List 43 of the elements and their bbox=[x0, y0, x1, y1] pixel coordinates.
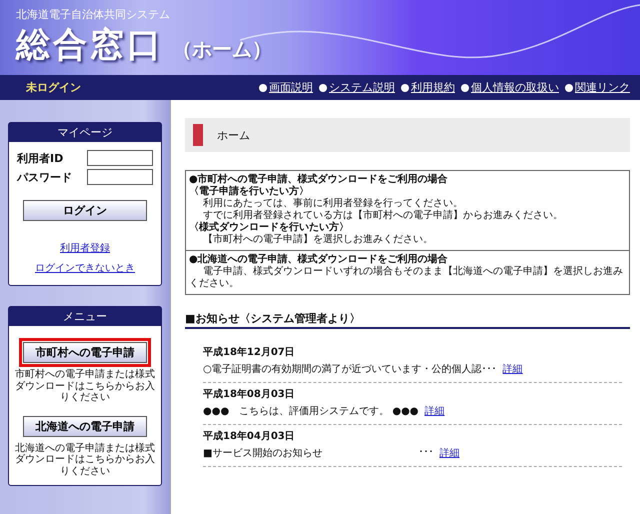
info-heading: ●北海道への電子申請、様式ダウンロードをご利用の場合 bbox=[189, 254, 449, 266]
sidebar-link[interactable]: 利用者登録 bbox=[60, 241, 110, 255]
info-subheading: 〈様式ダウンロードを行いたい方〉 bbox=[189, 222, 350, 234]
info-text: 電子申請、様式ダウンロードいずれの場合もそのまま【北海道への電子申請】を選択しお進みください。 bbox=[189, 266, 624, 290]
info-text: 【市町村への電子申請】を選択しお進みください。 bbox=[202, 234, 434, 246]
login-status: 未ログイン bbox=[26, 80, 81, 95]
field-label: 利用者ID bbox=[17, 150, 64, 166]
menu-description: 北海道への電子申請または様式ダウンロードはこちらからお入りください bbox=[15, 442, 155, 477]
info-text: 利用にあたっては、事前に利用者登録を行ってください。 bbox=[202, 198, 464, 210]
notice-text: ○電子証明書の有効期間の満了が近づいています・公的個人認･･･ bbox=[203, 362, 497, 376]
input-field[interactable] bbox=[87, 169, 153, 185]
info-heading: ●市町村への電子申請、様式ダウンロードをご利用の場合 bbox=[189, 174, 449, 185]
ellipsis-text: ･･･ bbox=[418, 446, 434, 460]
notices-heading: ■お知らせ〈システム管理者より〉 bbox=[185, 311, 630, 329]
notice-text: ●●● こちらは、評価用システムです。 ●●● bbox=[203, 404, 419, 418]
login-button[interactable]: ログイン bbox=[23, 200, 147, 221]
info-text: すでに利用者登録されている方は【市町村への電子申請】からお進みください。 bbox=[202, 210, 564, 221]
field-label: パスワード bbox=[17, 170, 72, 184]
detail-link[interactable]: 詳細 bbox=[424, 404, 445, 418]
detail-link[interactable]: 詳細 bbox=[439, 446, 460, 460]
menu-description: 市町村への電子申請または様式ダウンロードはこちらからお入りください bbox=[15, 369, 155, 404]
panel-title: マイページ bbox=[9, 123, 161, 142]
page-title: ホーム bbox=[217, 128, 250, 142]
system-name: 北海道電子自治体共同システム bbox=[16, 7, 171, 22]
nav-link[interactable]: 利用規約 bbox=[401, 80, 455, 95]
page-subheading: （ホーム） bbox=[172, 36, 272, 63]
input-field[interactable] bbox=[87, 150, 153, 166]
menu-button[interactable]: 市町村への電子申請 bbox=[23, 342, 147, 363]
page-heading: 総合窓口 bbox=[16, 24, 164, 67]
notice-date: 平成18年04月03日 bbox=[203, 430, 296, 443]
panel-title: メニュー bbox=[9, 307, 161, 326]
info-subheading: 〈電子申請を行いたい方〉 bbox=[189, 186, 310, 198]
title-marker-icon bbox=[193, 124, 203, 146]
notice-date: 平成18年12月07日 bbox=[203, 346, 296, 359]
notice-text: ■サービス開始のお知らせ bbox=[203, 447, 322, 460]
menu-button[interactable]: 北海道への電子申請 bbox=[23, 416, 147, 436]
sidebar-link[interactable]: ログインできないとき bbox=[35, 261, 135, 275]
nav-link[interactable]: 個人情報の取扱い bbox=[461, 80, 559, 95]
notice-date: 平成18年08月03日 bbox=[203, 388, 296, 401]
detail-link[interactable]: 詳細 bbox=[502, 362, 523, 376]
nav-link[interactable]: 画面説明 bbox=[259, 80, 313, 95]
nav-link[interactable]: システム説明 bbox=[319, 80, 395, 95]
nav-link[interactable]: 関連リンク bbox=[565, 80, 630, 95]
